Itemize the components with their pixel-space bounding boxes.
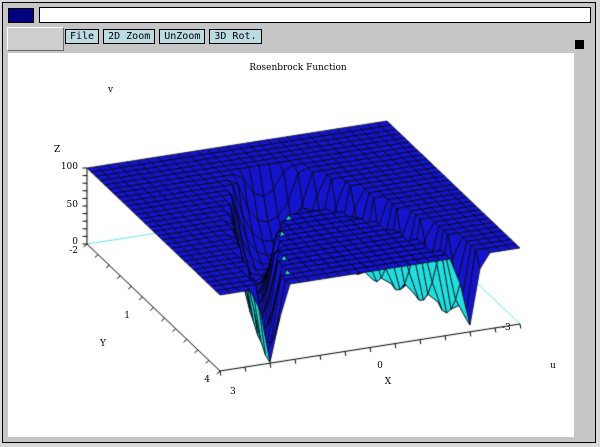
corner-marker	[575, 40, 584, 49]
toolbar: File 2D Zoom UnZoom 3D Rot.	[65, 29, 262, 47]
3d-rot-button[interactable]: 3D Rot.	[209, 29, 261, 44]
logo-panel	[7, 27, 64, 51]
graphics-window: File 2D Zoom UnZoom 3D Rot. Rosenbrock F…	[2, 2, 596, 443]
title-field[interactable]	[39, 7, 591, 23]
2d-zoom-button[interactable]: 2D Zoom	[103, 29, 155, 44]
surface-canvas[interactable]	[8, 53, 574, 437]
file-button[interactable]: File	[65, 29, 99, 44]
window-menu-button[interactable]	[8, 8, 34, 23]
plot-area: Rosenbrock Function v u Z 100 50 0 Y -2 …	[8, 53, 574, 437]
unzoom-button[interactable]: UnZoom	[159, 29, 205, 44]
